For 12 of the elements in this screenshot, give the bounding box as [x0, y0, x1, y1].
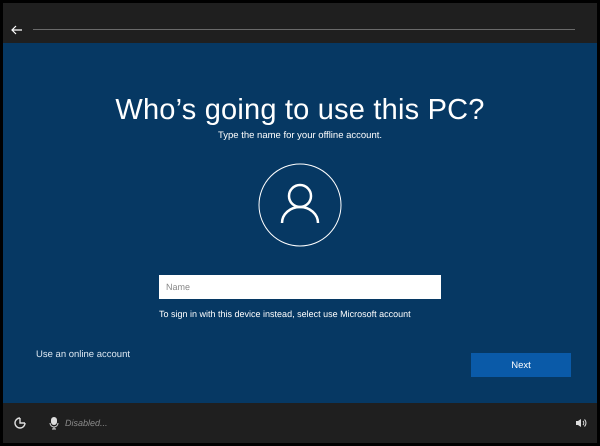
back-icon[interactable]: [11, 25, 23, 35]
name-field[interactable]: Name: [159, 275, 441, 299]
online-account-link[interactable]: Use an online account: [36, 349, 130, 360]
ease-of-access-icon[interactable]: [13, 416, 27, 430]
volume-icon[interactable]: [575, 418, 587, 428]
next-button[interactable]: Next: [471, 353, 571, 377]
page-subtitle: Type the name for your offline account.: [218, 130, 382, 141]
user-avatar-icon: [258, 163, 342, 247]
sign-in-hint: To sign in with this device instead, select use Microsoft account: [159, 309, 412, 319]
microphone-icon[interactable]: [49, 416, 59, 430]
microphone-status: Disabled...: [65, 418, 108, 428]
page-title: Who’s going to use this PC?: [115, 94, 485, 127]
